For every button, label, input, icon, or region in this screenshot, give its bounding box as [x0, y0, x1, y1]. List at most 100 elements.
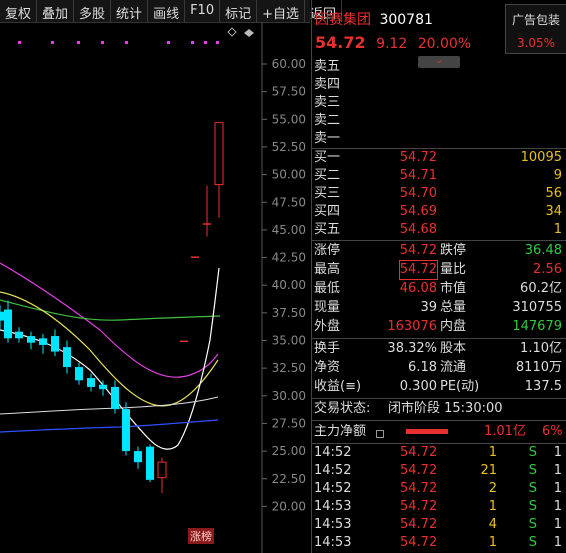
- bid-row: 买四 54.69 34: [312, 203, 565, 221]
- stat-row: 最高 54.72 量比 2.56: [312, 260, 565, 280]
- stat-row: 涨停 54.72 跌停 36.48: [312, 242, 565, 260]
- stat-value: 36.48: [524, 243, 562, 258]
- divider: [312, 398, 566, 399]
- stat-label: 净资: [314, 360, 341, 375]
- candle: [75, 362, 83, 385]
- y-tick-label: 25.00: [272, 444, 306, 458]
- tick-count: 1: [553, 517, 562, 532]
- stat-label: 收益(≡): [314, 379, 362, 394]
- net-flow-bar: [406, 429, 448, 434]
- y-tick-label: 55.00: [272, 112, 306, 126]
- y-tick-label: 42.50: [272, 251, 306, 265]
- candle: [27, 331, 35, 350]
- candle: [4, 300, 12, 343]
- stat-value: 39: [420, 300, 437, 315]
- y-tick-label: 30.00: [272, 389, 306, 403]
- tick-side: S: [528, 499, 537, 514]
- tick-row: 14:52 54.72 2 S 1: [312, 480, 565, 498]
- ask-label: 卖五: [314, 59, 341, 74]
- toolbar-button-multi-stock[interactable]: 多股: [74, 0, 112, 22]
- settings-diamond-icon[interactable]: [244, 29, 254, 37]
- bid-price: 54.70: [399, 186, 437, 201]
- toolbar-button-f10[interactable]: F10: [185, 0, 221, 22]
- stat-label: 外盘: [314, 319, 341, 334]
- toolbar-button-add-watchlist[interactable]: +自选: [257, 0, 306, 22]
- chart-toolbar: 复权 叠加 多股 统计 画线 F10 标记 +自选 返回: [0, 0, 343, 23]
- candle: [122, 402, 130, 456]
- bid-price: 54.69: [399, 204, 437, 219]
- quote-panel: 因赛集团 300781 广告包装 3.05% 54.72 9.12 20.00%…: [311, 0, 566, 553]
- bid-price: 54.72: [399, 150, 437, 165]
- y-tick-label: 22.50: [272, 472, 306, 486]
- stat-label: 跌停: [440, 243, 467, 258]
- net-flow-value: 1.01亿: [484, 424, 526, 439]
- kline-chart[interactable]: 60.00 57.50 55.00 52.50 50.00 47.50 45.00 42.50…: [0, 22, 310, 553]
- candle: [146, 444, 154, 483]
- stat-label: 现量: [314, 300, 341, 315]
- net-flow-pct: 6%: [542, 424, 563, 439]
- candle: [51, 329, 59, 356]
- tick-count: 1: [553, 481, 562, 496]
- candle: [134, 446, 142, 469]
- tick-volume: 1: [488, 535, 497, 550]
- bid-price: 54.68: [399, 222, 437, 237]
- stat-value: 1.10亿: [520, 341, 562, 356]
- ask-row: 卖一: [312, 130, 565, 148]
- tick-row: 14:52 54.72 21 S 1: [312, 462, 565, 480]
- top-dot-markers: [18, 41, 219, 44]
- toolbar-button-overlay[interactable]: 叠加: [37, 0, 75, 22]
- candle: [15, 327, 23, 343]
- stat-value: 8110万: [515, 360, 562, 375]
- stat-value: 6.18: [408, 360, 437, 375]
- bid-volume: 10095: [520, 150, 562, 165]
- stat-value: 137.5: [524, 379, 562, 394]
- y-tick-label: 50.00: [272, 168, 306, 182]
- candle: [87, 373, 95, 392]
- ask-label: 卖二: [314, 113, 341, 128]
- bid-volume: 1: [553, 222, 562, 237]
- tick-price: 54.72: [400, 445, 438, 460]
- tick-count: 1: [553, 463, 562, 478]
- ma-line-white-long: [0, 396, 219, 415]
- ask-label: 卖四: [314, 77, 341, 92]
- tick-volume: 1: [488, 445, 497, 460]
- stat-row: 外盘 163076 内盘 147679: [312, 318, 565, 336]
- ma-line-green: [0, 299, 221, 321]
- ask-row: 卖五: [312, 58, 565, 76]
- tick-time: 14:53: [314, 499, 352, 514]
- trade-status-label: 交易状态:: [314, 401, 371, 416]
- tick-volume: 2: [488, 481, 497, 496]
- stat-row: 换手 38.32% 股本 1.10亿: [312, 340, 565, 358]
- candle: [214, 122, 224, 218]
- tick-volume: 21: [480, 463, 497, 478]
- ask-label: 卖三: [314, 95, 341, 110]
- main-net-flow[interactable]: 主力净额 1.01亿 6%: [312, 423, 565, 441]
- stat-value: 38.32%: [387, 341, 437, 356]
- tick-row: 14:52 54.72 1 S 1: [312, 444, 565, 462]
- stat-label: 量比: [440, 262, 467, 277]
- candle: [39, 333, 47, 354]
- stat-row: 现量 39 总量 310755: [312, 299, 565, 317]
- stat-label: 最高: [314, 262, 341, 277]
- toolbar-button-draw-line[interactable]: 画线: [148, 0, 186, 22]
- ask-row: 卖三: [312, 94, 565, 112]
- stat-value: 147679: [512, 319, 562, 334]
- diamond-icon[interactable]: [227, 27, 237, 37]
- toolbar-button-fuquan[interactable]: 复权: [0, 0, 38, 22]
- bid-label: 买三: [314, 186, 341, 201]
- ma-line-yellow: [0, 291, 219, 407]
- y-tick-label: 57.50: [272, 85, 306, 99]
- tick-count: 1: [553, 445, 562, 460]
- ask-row: 卖二: [312, 112, 565, 130]
- y-tick-label: 60.00: [272, 57, 306, 71]
- divider: [312, 420, 566, 421]
- bid-row: 买二 54.71 9: [312, 167, 565, 185]
- toolbar-button-statistics[interactable]: 统计: [111, 0, 149, 22]
- candle: [203, 185, 211, 237]
- price-change: 9.12: [376, 36, 408, 52]
- tick-count: 1: [553, 499, 562, 514]
- sector-box[interactable]: 广告包装 3.05%: [505, 4, 566, 54]
- stat-label: 内盘: [440, 319, 467, 334]
- net-flow-checkbox[interactable]: [376, 430, 384, 438]
- toolbar-button-mark[interactable]: 标记: [220, 0, 258, 22]
